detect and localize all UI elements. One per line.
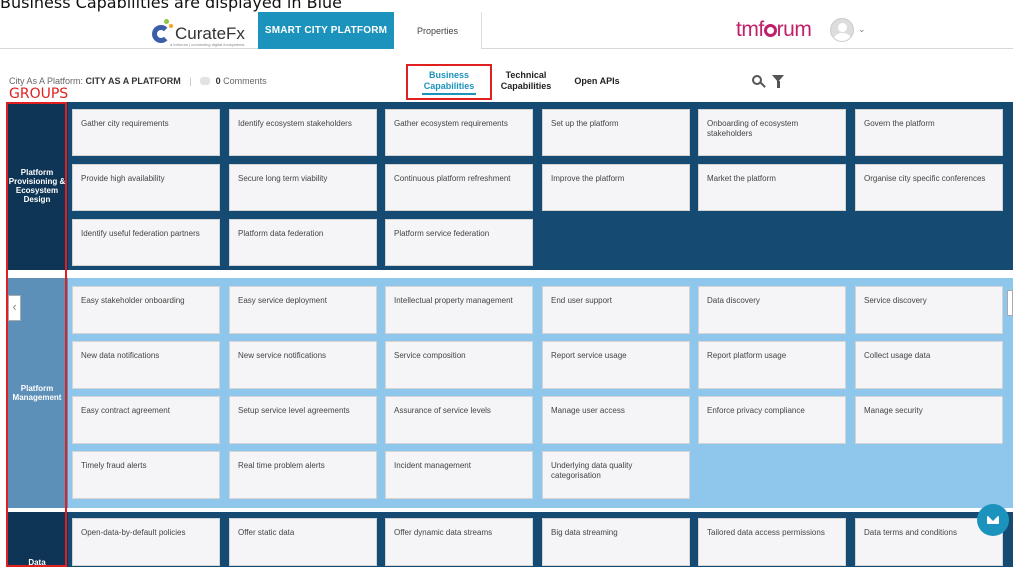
avatar-icon[interactable] <box>830 18 854 42</box>
capability-card[interactable]: Data discovery <box>698 286 846 334</box>
capability-card[interactable]: New service notifications <box>229 341 377 389</box>
capability-card[interactable]: Open-data-by-default policies <box>72 518 220 566</box>
tab-technical-label-2: Capabilities <box>500 81 552 91</box>
capability-card[interactable]: Manage user access <box>542 396 690 444</box>
capability-card[interactable]: Enforce privacy compliance <box>698 396 846 444</box>
group-section: Data Provisioning Open-data-by-default p… <box>6 512 1013 567</box>
capability-card[interactable]: End user support <box>542 286 690 334</box>
capability-card[interactable]: Manage security <box>855 396 1003 444</box>
capability-card[interactable]: Organise city specific conferences <box>855 164 1003 211</box>
capability-card[interactable]: Offer dynamic data streams <box>385 518 533 566</box>
group-section: Platform Provisioning & Ecosystem Design… <box>6 102 1013 270</box>
groups-annotation: GROUPS <box>9 86 69 102</box>
capability-card[interactable]: Continuous platform refreshment <box>385 164 533 211</box>
capability-card[interactable]: Platform service federation <box>385 219 533 266</box>
tab-open-apis[interactable]: Open APIs <box>572 76 622 87</box>
tmforum-logo: tmf rum <box>736 18 812 41</box>
capability-card[interactable]: Provide high availability <box>72 164 220 211</box>
capability-card[interactable]: Improve the platform <box>542 164 690 211</box>
capability-card[interactable]: Setup service level agreements <box>229 396 377 444</box>
group-section: Platform Management Easy stakeholder onb… <box>6 278 1013 508</box>
capability-card[interactable]: Onboarding of ecosystem stakeholders <box>698 109 846 156</box>
capability-card[interactable]: Identify ecosystem stakeholders <box>229 109 377 156</box>
chat-icon <box>200 77 211 85</box>
capability-card[interactable]: Assurance of service levels <box>385 396 533 444</box>
capability-card[interactable]: Incident management <box>385 451 533 499</box>
nav-smart-city-platform[interactable]: SMART CITY PLATFORM <box>258 12 394 49</box>
capability-card[interactable]: Easy stakeholder onboarding <box>72 286 220 334</box>
capability-card[interactable]: Intellectual property management <box>385 286 533 334</box>
message-fab[interactable] <box>977 504 1009 536</box>
top-navigation: CurateFx a tmforum | connecting digital … <box>0 12 1013 49</box>
capability-card[interactable]: Real time problem alerts <box>229 451 377 499</box>
capability-card[interactable]: Big data streaming <box>542 518 690 566</box>
divider: | <box>189 76 192 86</box>
capability-card[interactable]: Service discovery <box>855 286 1003 334</box>
tab-business-label-2: Capabilities <box>421 81 477 95</box>
capability-card[interactable]: Market the platform <box>698 164 846 211</box>
breadcrumb: City As A Platform: CITY AS A PLATFORM |… <box>9 76 267 86</box>
search-icon[interactable] <box>752 75 766 88</box>
capability-card[interactable]: Underlying data quality categorisation <box>542 451 690 499</box>
capability-card[interactable]: Identify useful federation partners <box>72 219 220 266</box>
capability-card[interactable]: Collect usage data <box>855 341 1003 389</box>
tab-technical-capabilities[interactable]: Technical Capabilities <box>496 70 556 92</box>
capability-card[interactable]: Tailored data access permissions <box>698 518 846 566</box>
filter-icon[interactable] <box>772 75 784 89</box>
comments-label[interactable]: Comments <box>223 76 267 86</box>
capability-card[interactable]: Service composition <box>385 341 533 389</box>
capability-card[interactable]: New data notifications <box>72 341 220 389</box>
breadcrumb-prefix: City As A Platform: <box>9 76 84 86</box>
capability-card[interactable]: Set up the platform <box>542 109 690 156</box>
capability-card[interactable]: Govern the platform <box>855 109 1003 156</box>
envelope-icon <box>987 516 999 524</box>
group-label[interactable]: Data Provisioning <box>6 512 68 567</box>
capability-card[interactable]: Gather ecosystem requirements <box>385 109 533 156</box>
tab-business-capabilities[interactable]: Business Capabilities <box>406 64 492 100</box>
chevron-down-icon[interactable]: ⌄ <box>858 24 866 35</box>
chevron-left-icon[interactable]: ‹ <box>8 295 21 321</box>
group-label[interactable]: Platform Provisioning & Ecosystem Design <box>6 102 68 270</box>
capability-card[interactable]: Report platform usage <box>698 341 846 389</box>
capability-card[interactable]: Secure long term viability <box>229 164 377 211</box>
capability-card[interactable]: Timely fraud alerts <box>72 451 220 499</box>
capabilities-grid: Platform Provisioning & Ecosystem Design… <box>6 102 1013 567</box>
brand-tagline: a tmforum | connecting digital ecosystem… <box>170 42 245 47</box>
capability-card[interactable]: Offer static data <box>229 518 377 566</box>
breadcrumb-name[interactable]: CITY AS A PLATFORM <box>86 76 181 86</box>
comments-count[interactable]: 0 <box>216 76 221 86</box>
capability-card[interactable]: Platform data federation <box>229 219 377 266</box>
tab-technical-label-1: Technical <box>505 70 547 80</box>
capability-card[interactable]: Report service usage <box>542 341 690 389</box>
curatefx-logo-icon <box>150 19 174 43</box>
capability-card[interactable]: Gather city requirements <box>72 109 220 156</box>
capability-card[interactable]: Easy service deployment <box>229 286 377 334</box>
scroll-right-handle[interactable] <box>1007 290 1013 316</box>
nav-properties[interactable]: Properties <box>394 12 482 49</box>
brand-name: CurateFx <box>175 24 245 43</box>
sub-header: City As A Platform: CITY AS A PLATFORM |… <box>0 50 1013 102</box>
tab-business-label-1: Business <box>428 70 470 80</box>
capability-card[interactable]: Easy contract agreement <box>72 396 220 444</box>
